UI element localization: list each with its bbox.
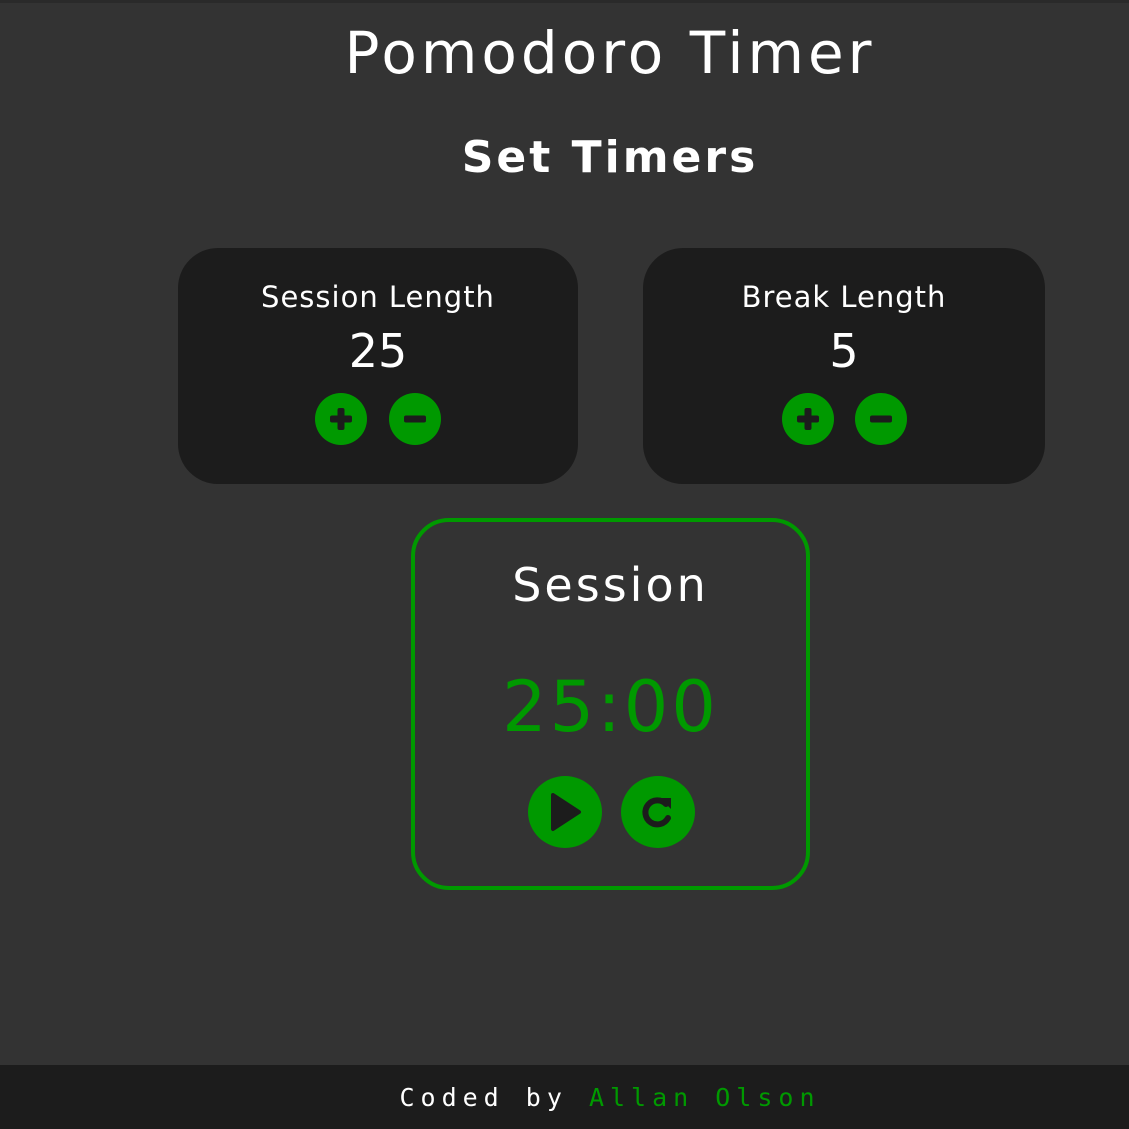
break-length-controls: [643, 393, 1045, 445]
timer-label: Session: [512, 558, 709, 612]
minus-icon: [404, 415, 426, 423]
session-decrement-button[interactable]: [389, 393, 441, 445]
play-icon: [551, 793, 581, 831]
footer-author-link[interactable]: Allan Olson: [589, 1083, 821, 1112]
plus-icon: [330, 408, 352, 430]
break-length-label: Break Length: [741, 280, 947, 314]
session-length-controls: [178, 393, 578, 445]
footer-credit: Coded by Allan Olson: [0, 1083, 1129, 1113]
session-increment-button[interactable]: [315, 393, 367, 445]
timer-display: 25:00: [502, 666, 719, 748]
app-title: Pomodoro Timer: [344, 19, 876, 87]
timer-panel: Session 25:00: [411, 518, 810, 890]
break-length-card: Break Length 5: [643, 248, 1045, 484]
reset-icon: [642, 797, 671, 828]
play-button[interactable]: [528, 776, 602, 848]
break-increment-button[interactable]: [782, 393, 834, 445]
footer: Coded by Allan Olson: [0, 1065, 1129, 1129]
section-title: Set Timers: [461, 132, 759, 183]
reset-button[interactable]: [621, 776, 695, 848]
break-length-value: 5: [829, 324, 859, 378]
minus-icon: [870, 415, 892, 423]
top-strip: [0, 0, 1129, 3]
break-decrement-button[interactable]: [855, 393, 907, 445]
plus-icon: [797, 408, 819, 430]
session-length-value: 25: [348, 324, 408, 378]
session-length-card: Session Length 25: [178, 248, 578, 484]
footer-prefix: Coded by: [399, 1083, 568, 1112]
session-length-label: Session Length: [261, 280, 495, 314]
